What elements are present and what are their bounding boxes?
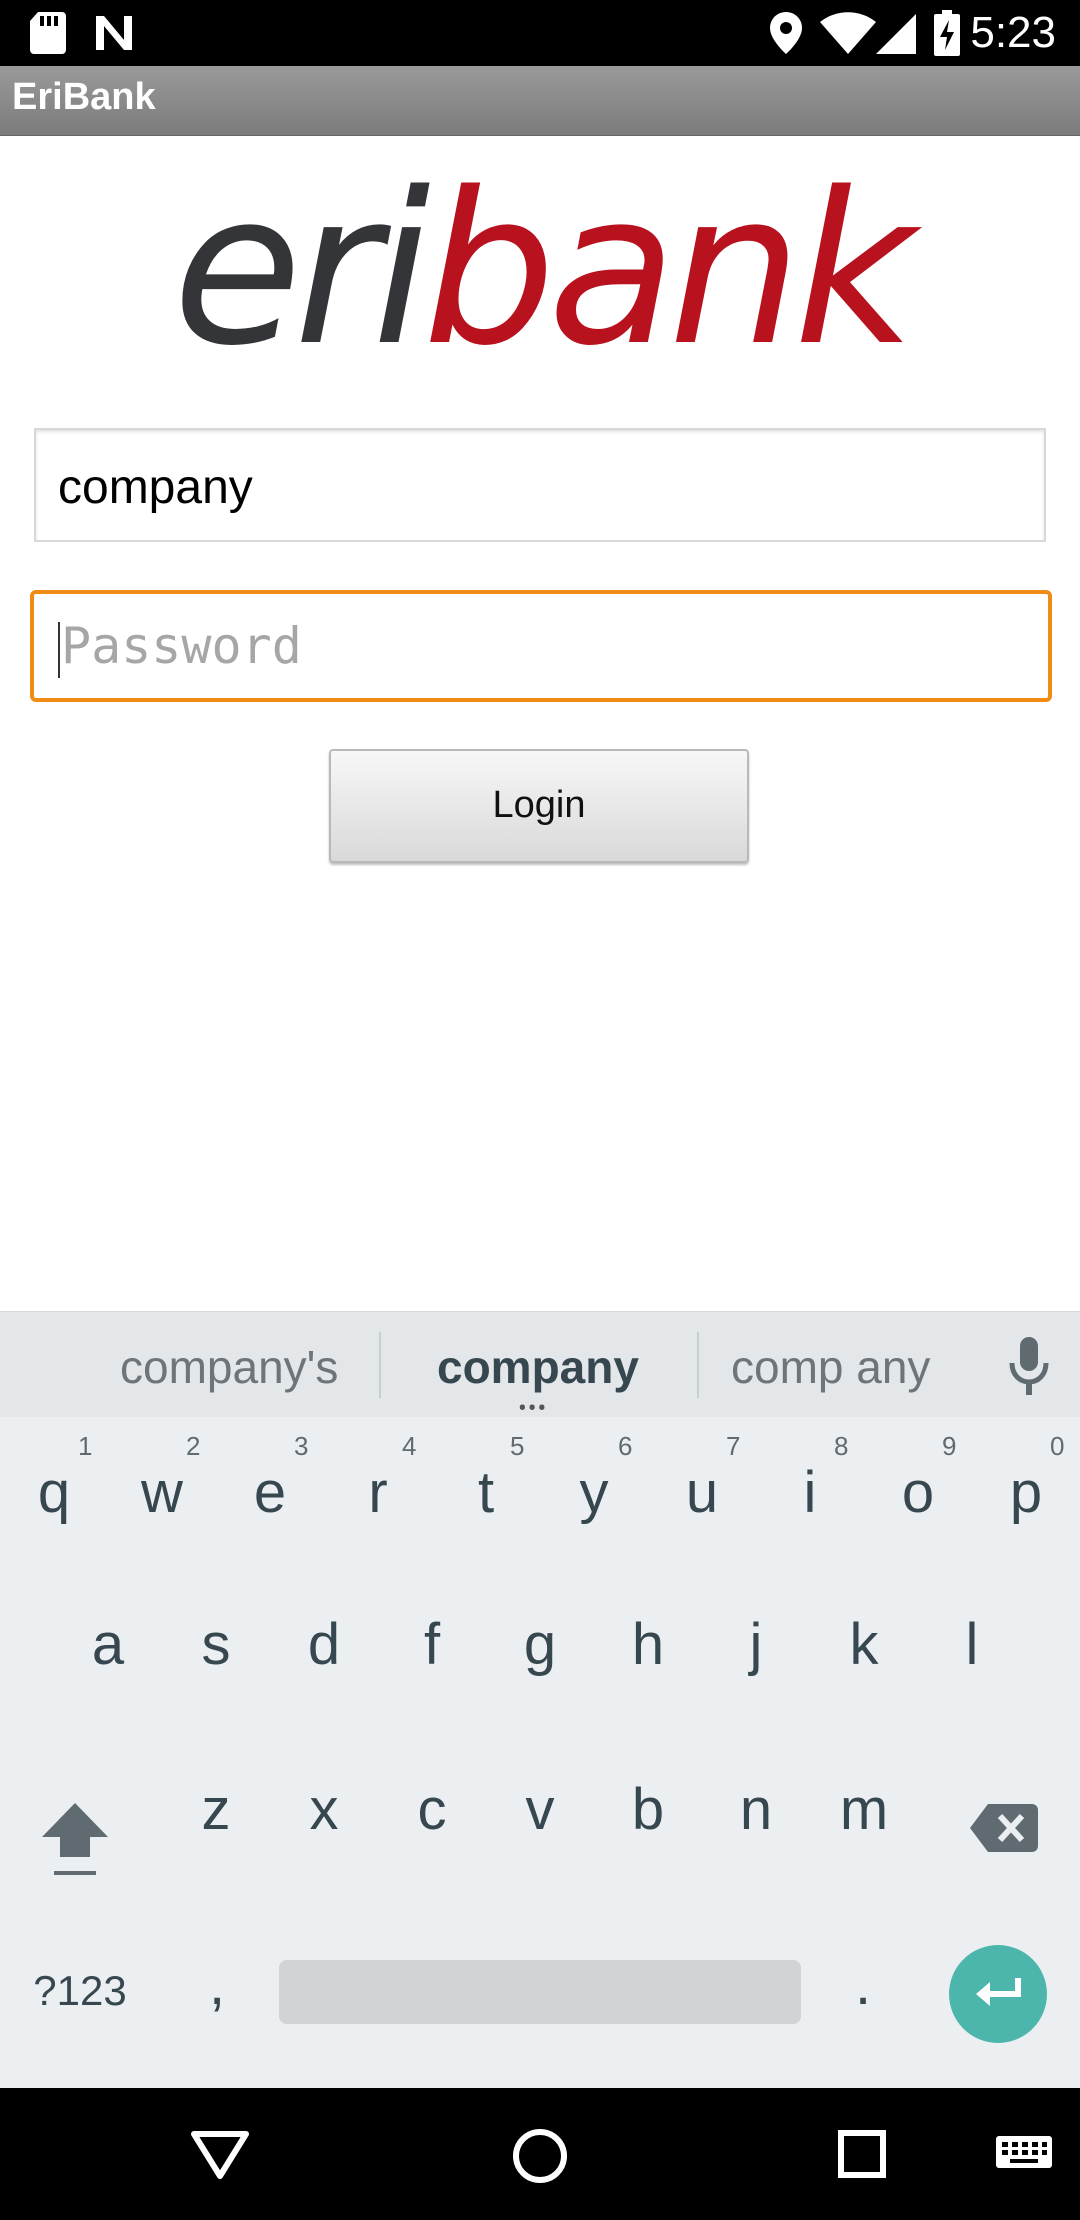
app-title: EriBank — [12, 76, 156, 118]
spacebar[interactable] — [279, 1960, 801, 2024]
logo-text-bank: bank — [422, 147, 916, 392]
suggestion-divider — [697, 1332, 699, 1398]
more-suggestions-indicator[interactable]: ••• — [518, 1396, 547, 1422]
n-notification-icon — [96, 16, 132, 50]
sd-card-icon — [30, 12, 66, 54]
microphone-icon[interactable] — [1008, 1337, 1050, 1397]
soft-keyboard: company's company comp any ••• q1 w2 e3 … — [0, 1311, 1080, 2088]
location-icon — [770, 12, 802, 54]
key-c[interactable]: c — [390, 1776, 474, 1856]
key-y[interactable]: y6 — [552, 1431, 636, 1531]
text-caret — [58, 621, 60, 678]
username-field[interactable]: company — [34, 428, 1046, 542]
key-z[interactable]: z — [174, 1776, 258, 1856]
key-v[interactable]: v — [498, 1776, 582, 1856]
key-g[interactable]: g — [498, 1611, 582, 1691]
key-h[interactable]: h — [606, 1611, 690, 1691]
key-u[interactable]: u7 — [660, 1431, 744, 1531]
key-i[interactable]: i8 — [768, 1431, 852, 1531]
key-l[interactable]: l — [930, 1611, 1014, 1691]
key-f[interactable]: f — [390, 1611, 474, 1691]
key-t[interactable]: t5 — [444, 1431, 528, 1531]
wifi-icon — [820, 12, 876, 54]
keyboard-switch-icon[interactable] — [996, 2136, 1052, 2176]
suggestion-1[interactable]: company's — [120, 1340, 338, 1394]
key-k[interactable]: k — [822, 1611, 906, 1691]
key-d[interactable]: d — [282, 1611, 366, 1691]
enter-button[interactable] — [949, 1945, 1047, 2043]
key-e[interactable]: e3 — [228, 1431, 312, 1531]
key-a[interactable]: a — [66, 1611, 150, 1691]
password-placeholder: Password — [61, 617, 302, 675]
key-x[interactable]: x — [282, 1776, 366, 1856]
key-q[interactable]: q1 — [12, 1431, 96, 1531]
key-r[interactable]: r4 — [336, 1431, 420, 1531]
key-b[interactable]: b — [606, 1776, 690, 1856]
cell-signal-icon — [876, 14, 916, 54]
suggestion-strip: company's company comp any ••• — [0, 1311, 1080, 1422]
key-n[interactable]: n — [714, 1776, 798, 1856]
key-s[interactable]: s — [174, 1611, 258, 1691]
eribank-logo: eribank — [0, 155, 1080, 385]
username-value: company — [58, 461, 253, 514]
logo-text-eri: eri — [172, 147, 431, 392]
clock: 5:23 — [970, 8, 1056, 57]
login-button[interactable]: Login — [329, 749, 749, 863]
key-j[interactable]: j — [714, 1611, 798, 1691]
key-m[interactable]: m — [822, 1776, 906, 1856]
status-bar: 5:23 — [0, 0, 1080, 66]
suggestion-3[interactable]: comp any — [731, 1340, 930, 1394]
suggestion-2[interactable]: company — [437, 1340, 639, 1394]
shift-icon[interactable] — [40, 1801, 110, 1881]
key-w[interactable]: w2 — [120, 1431, 204, 1531]
key-comma[interactable]: , — [182, 1951, 252, 2031]
suggestion-divider — [379, 1332, 381, 1398]
battery-charging-icon — [934, 10, 960, 56]
key-p[interactable]: p0 — [984, 1431, 1068, 1531]
navigation-bar — [0, 2088, 1080, 2220]
recents-icon[interactable] — [838, 2130, 886, 2178]
backspace-icon[interactable] — [970, 1804, 1038, 1852]
home-icon[interactable] — [512, 2128, 568, 2184]
password-field[interactable]: Password — [30, 590, 1052, 702]
back-icon[interactable] — [190, 2130, 250, 2180]
key-o[interactable]: o9 — [876, 1431, 960, 1531]
enter-icon — [976, 1978, 1021, 2006]
app-bar: EriBank — [0, 66, 1080, 136]
key-period[interactable]: . — [828, 1951, 898, 2031]
symbols-key[interactable]: ?123 — [20, 1961, 140, 2021]
